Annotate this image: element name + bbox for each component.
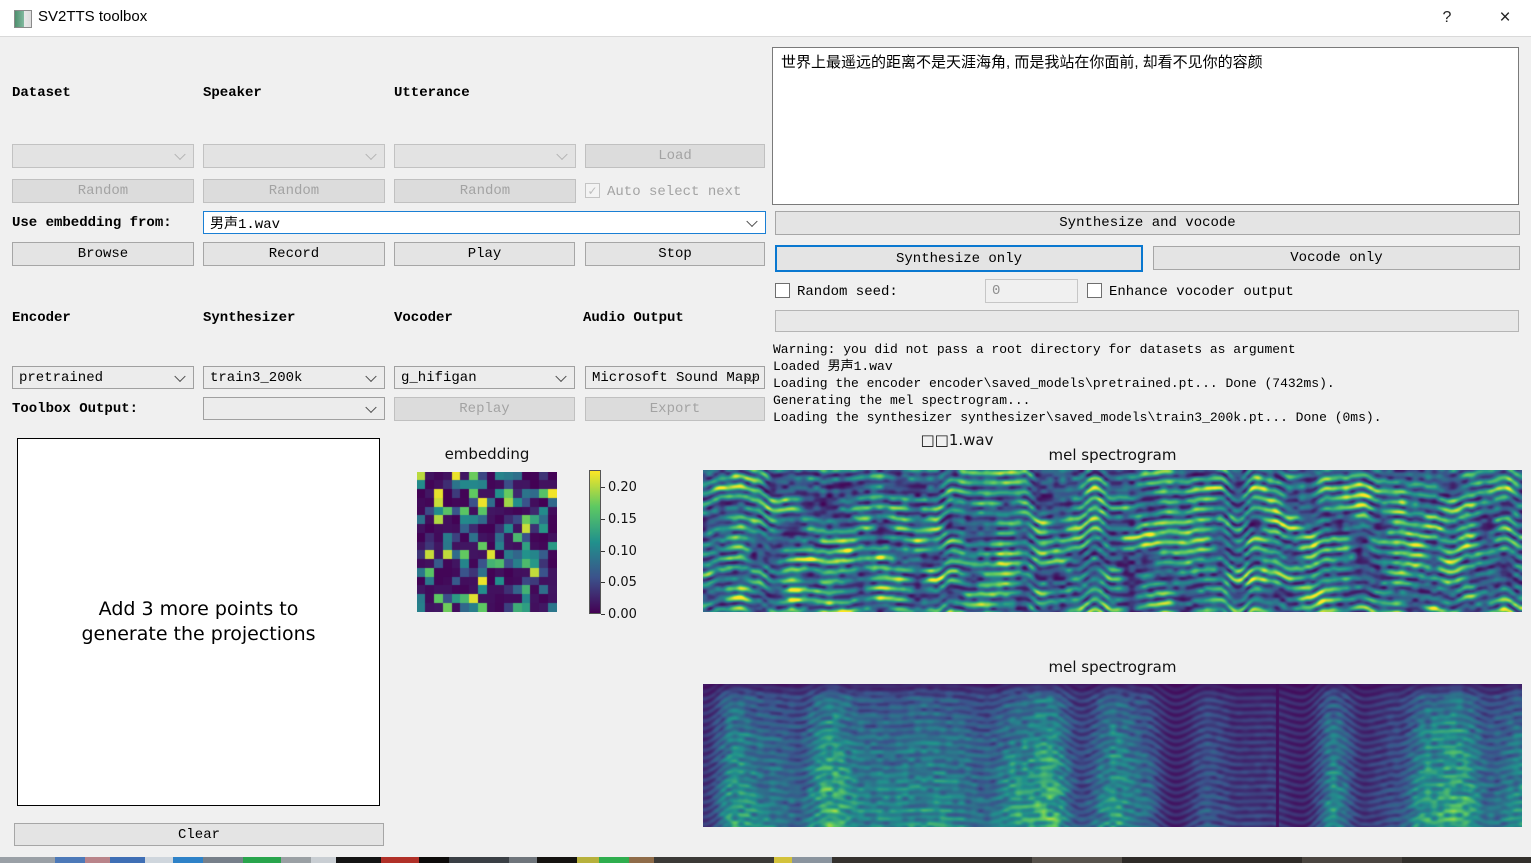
enhance-vocoder-label: Enhance vocoder output	[1109, 284, 1294, 300]
embedding-heatmap	[417, 472, 557, 612]
help-button[interactable]: ?	[1432, 6, 1462, 30]
audio-output-select[interactable]: Microsoft Sound Mapp	[585, 366, 765, 389]
use-embedding-from-label: Use embedding from:	[12, 215, 172, 231]
check-icon: ✓	[587, 185, 597, 197]
auto-select-next-checkbox[interactable]: ✓	[585, 183, 600, 198]
app-window: SV2TTS toolbox ? × Dataset Speaker Utter…	[0, 0, 1531, 863]
speaker-random-button[interactable]: Random	[203, 179, 385, 203]
projections-message: Add 3 more points to generate the projec…	[81, 597, 315, 647]
chevron-down-icon	[365, 401, 376, 412]
stop-button[interactable]: Stop	[585, 242, 765, 266]
close-button[interactable]: ×	[1490, 6, 1520, 30]
random-seed-checkbox[interactable]	[775, 283, 790, 298]
export-button[interactable]: Export	[585, 397, 765, 421]
log-line: Loading the synthesizer synthesizer\save…	[773, 409, 1523, 426]
chevron-down-icon	[746, 215, 757, 226]
play-button[interactable]: Play	[394, 242, 575, 266]
browse-button[interactable]: Browse	[12, 242, 194, 266]
app-icon	[14, 10, 32, 28]
utterance-random-button[interactable]: Random	[394, 179, 576, 203]
encoder-label: Encoder	[12, 310, 71, 326]
mel-spectrogram-top-canvas	[703, 470, 1522, 612]
seed-input[interactable]	[985, 279, 1078, 303]
dataset-label: Dataset	[12, 85, 71, 101]
embedding-colorbar	[589, 470, 601, 614]
desktop-strip	[0, 857, 1531, 863]
chevron-down-icon	[174, 149, 185, 160]
enhance-vocoder-checkbox[interactable]	[1087, 283, 1102, 298]
log-line: Loaded 男声1.wav	[773, 358, 1523, 375]
chevron-down-icon	[365, 370, 376, 381]
load-button[interactable]: Load	[585, 144, 765, 168]
chevron-down-icon	[365, 149, 376, 160]
progress-bar	[775, 310, 1519, 332]
speaker-select[interactable]	[203, 144, 385, 168]
log-line: Warning: you did not pass a root directo…	[773, 341, 1523, 358]
vocoder-label: Vocoder	[394, 310, 453, 326]
speaker-label: Speaker	[203, 85, 262, 101]
chevron-down-icon	[555, 370, 566, 381]
random-seed-label: Random seed:	[797, 284, 898, 300]
auto-select-next-label: Auto select next	[607, 184, 741, 200]
embedding-source-value: 男声1.wav	[210, 213, 280, 233]
toolbox-output-label: Toolbox Output:	[12, 401, 138, 417]
utterance-select[interactable]	[394, 144, 576, 168]
log-line: Loading the encoder encoder\saved_models…	[773, 375, 1523, 392]
record-button[interactable]: Record	[203, 242, 385, 266]
projections-plot: Add 3 more points to generate the projec…	[17, 438, 380, 806]
encoder-select[interactable]: pretrained	[12, 366, 194, 389]
mel-spectrogram-title-top: mel spectrogram	[703, 446, 1522, 464]
window-title: SV2TTS toolbox	[38, 8, 147, 25]
chevron-down-icon	[556, 149, 567, 160]
synthesizer-value: train3_200k	[210, 370, 302, 386]
chevron-down-icon	[174, 370, 185, 381]
dataset-random-button[interactable]: Random	[12, 179, 194, 203]
synthesizer-label: Synthesizer	[203, 310, 295, 326]
vocoder-select[interactable]: g_hifigan	[394, 366, 575, 389]
vocode-only-button[interactable]: Vocode only	[1153, 246, 1520, 270]
audio-output-label: Audio Output	[583, 310, 684, 326]
log-line: Generating the mel spectrogram...	[773, 392, 1523, 409]
titlebar: SV2TTS toolbox ? ×	[0, 0, 1531, 37]
toolbox-output-select[interactable]	[203, 397, 385, 420]
replay-button[interactable]: Replay	[394, 397, 575, 421]
vocoder-value: g_hifigan	[401, 370, 477, 386]
embedding-source-select[interactable]: 男声1.wav	[203, 211, 766, 234]
synthesizer-select[interactable]: train3_200k	[203, 366, 385, 389]
utterance-label: Utterance	[394, 85, 470, 101]
text-prompt-input[interactable]: 世界上最遥远的距离不是天涯海角, 而是我站在你面前, 却看不见你的容颜	[772, 47, 1519, 205]
embedding-plot-title: embedding	[417, 445, 557, 463]
dataset-select[interactable]	[12, 144, 194, 168]
mel-spectrogram-bottom-canvas	[703, 684, 1522, 827]
encoder-value: pretrained	[19, 370, 103, 386]
audio-output-value: Microsoft Sound Mapp	[592, 370, 760, 386]
log-output: Warning: you did not pass a root directo…	[773, 341, 1523, 426]
synthesize-and-vocode-button[interactable]: Synthesize and vocode	[775, 211, 1520, 235]
synthesize-only-button[interactable]: Synthesize only	[775, 245, 1143, 272]
mel-spectrogram-title-bottom: mel spectrogram	[703, 658, 1522, 676]
clear-button[interactable]: Clear	[14, 823, 384, 846]
